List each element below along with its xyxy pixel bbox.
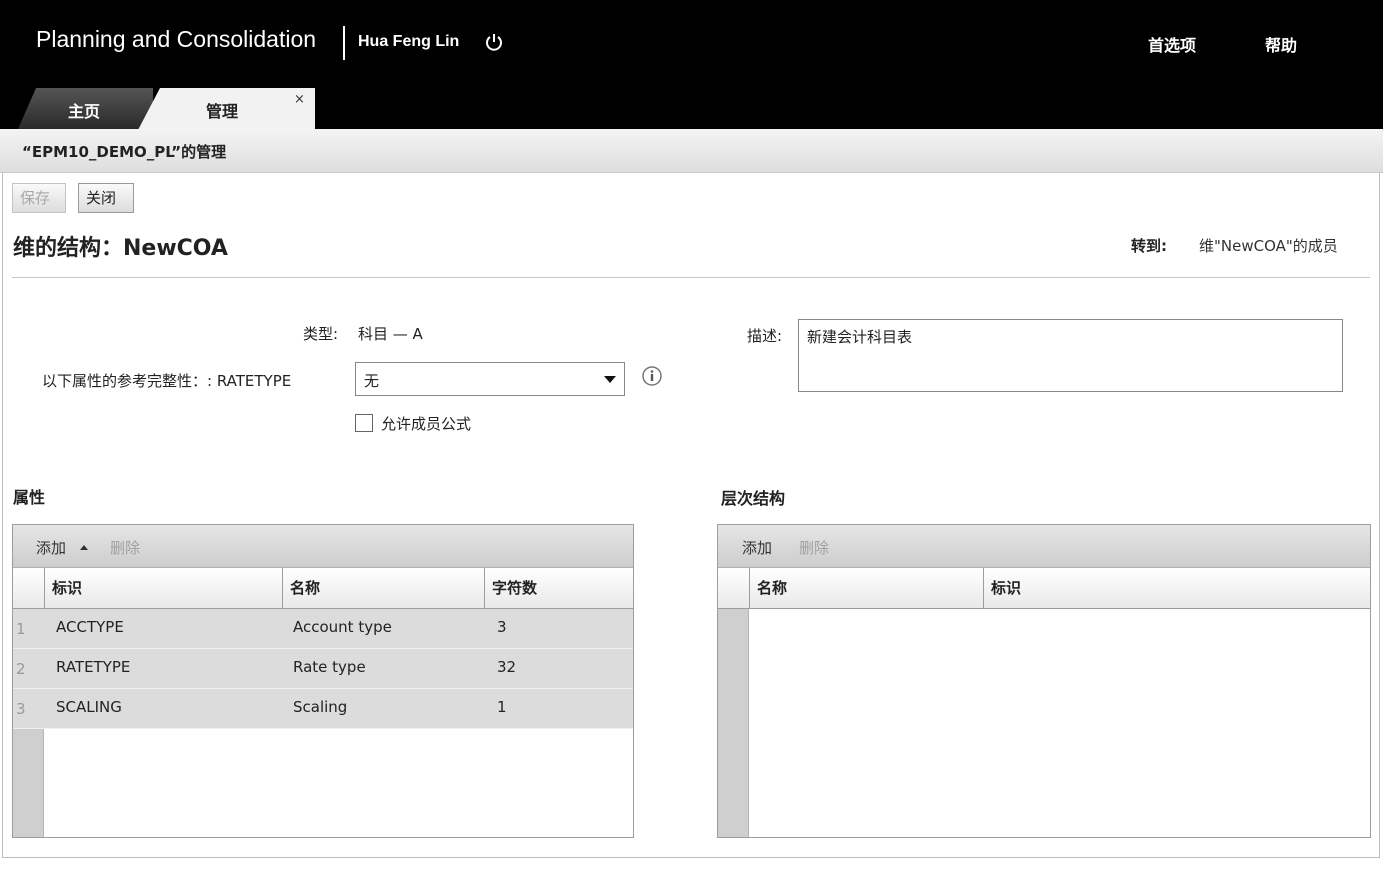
row-number: 3 bbox=[16, 700, 26, 718]
hierarchy-grid: 添加 删除 名称 标识 bbox=[717, 524, 1371, 838]
divider bbox=[12, 277, 1370, 278]
cell-name: Account type bbox=[293, 618, 392, 636]
app-title: Planning and Consolidation bbox=[36, 26, 317, 52]
info-icon[interactable] bbox=[641, 365, 663, 387]
description-field[interactable]: 新建会计科目表 bbox=[798, 319, 1343, 392]
table-row[interactable]: 2 RATETYPE Rate type 32 bbox=[13, 649, 633, 689]
cell-chars: 1 bbox=[497, 698, 507, 716]
allow-member-formula-label: 允许成员公式 bbox=[381, 415, 472, 433]
tab-admin[interactable]: 管理 × bbox=[138, 88, 315, 130]
title-separator bbox=[343, 26, 345, 60]
type-label: 类型: bbox=[303, 325, 339, 343]
goto-label: 转到: bbox=[1131, 237, 1167, 255]
subbar-title: “EPM10_DEMO_PL”的管理 bbox=[22, 143, 227, 161]
cell-chars: 3 bbox=[497, 618, 507, 636]
allow-member-formula-checkbox[interactable] bbox=[355, 414, 373, 432]
attributes-toolbar: 添加 删除 bbox=[13, 525, 633, 568]
column-header-id[interactable]: 标识 bbox=[44, 568, 282, 608]
description-value: 新建会计科目表 bbox=[807, 328, 913, 346]
hierarchy-header-row: 名称 标识 bbox=[718, 568, 1370, 609]
column-header-id[interactable]: 标识 bbox=[983, 568, 1370, 608]
column-header-name[interactable]: 名称 bbox=[749, 568, 983, 608]
row-number: 2 bbox=[16, 660, 26, 678]
save-button[interactable]: 保存 bbox=[12, 183, 66, 213]
tab-close-icon[interactable]: × bbox=[294, 92, 305, 107]
attributes-header-row: 标识 名称 字符数 bbox=[13, 568, 633, 609]
hierarchy-add-button[interactable]: 添加 bbox=[742, 537, 772, 558]
caret-up-icon[interactable] bbox=[80, 545, 88, 550]
tab-admin-label: 管理 bbox=[206, 102, 239, 121]
cell-id: ACCTYPE bbox=[56, 618, 124, 636]
cell-chars: 32 bbox=[497, 658, 517, 676]
attributes-grid: 添加 删除 标识 名称 字符数 1 ACCTYPE Account type 3… bbox=[12, 524, 634, 838]
chevron-down-icon bbox=[604, 376, 616, 383]
row-gutter bbox=[718, 609, 749, 837]
goto-members-link[interactable]: 维"NewCOA"的成员 bbox=[1199, 235, 1338, 256]
type-value: 科目 — A bbox=[358, 325, 423, 343]
tab-home[interactable]: 主页 bbox=[18, 88, 153, 129]
page-title: 维的结构：NewCOA bbox=[13, 236, 228, 261]
cell-name: Scaling bbox=[293, 698, 348, 716]
attributes-delete-button[interactable]: 删除 bbox=[110, 537, 140, 558]
description-label: 描述: bbox=[747, 327, 783, 345]
tab-home-label: 主页 bbox=[68, 102, 101, 121]
main-panel: 保存 关闭 维的结构：NewCOA 转到: 维"NewCOA"的成员 类型: 科… bbox=[2, 173, 1380, 858]
column-header-chars[interactable]: 字符数 bbox=[484, 568, 633, 608]
hierarchy-delete-button[interactable]: 删除 bbox=[799, 537, 829, 558]
cell-name: Rate type bbox=[293, 658, 366, 676]
column-header-name[interactable]: 名称 bbox=[282, 568, 484, 608]
table-row[interactable]: 3 SCALING Scaling 1 bbox=[13, 689, 633, 729]
ref-integrity-value: 无 bbox=[364, 372, 380, 390]
cell-id: SCALING bbox=[56, 698, 122, 716]
app-header: Planning and Consolidation Hua Feng Lin … bbox=[0, 0, 1383, 130]
attributes-section-title: 属性 bbox=[13, 488, 46, 507]
subbar: “EPM10_DEMO_PL”的管理 bbox=[0, 129, 1383, 173]
user-name: Hua Feng Lin bbox=[358, 33, 460, 50]
ref-integrity-select[interactable]: 无 bbox=[355, 362, 625, 396]
ref-integrity-label: 以下属性的参考完整性：: RATETYPE bbox=[42, 372, 292, 390]
hierarchy-toolbar: 添加 删除 bbox=[718, 525, 1370, 568]
power-icon[interactable] bbox=[484, 32, 504, 52]
preferences-link[interactable]: 首选项 bbox=[1148, 32, 1196, 56]
help-link[interactable]: 帮助 bbox=[1265, 32, 1297, 56]
table-row[interactable]: 1 ACCTYPE Account type 3 bbox=[13, 609, 633, 649]
hierarchy-section-title: 层次结构 bbox=[721, 489, 786, 508]
cell-id: RATETYPE bbox=[56, 658, 131, 676]
close-button[interactable]: 关闭 bbox=[78, 183, 134, 213]
row-number: 1 bbox=[16, 620, 26, 638]
attributes-add-button[interactable]: 添加 bbox=[36, 537, 66, 558]
